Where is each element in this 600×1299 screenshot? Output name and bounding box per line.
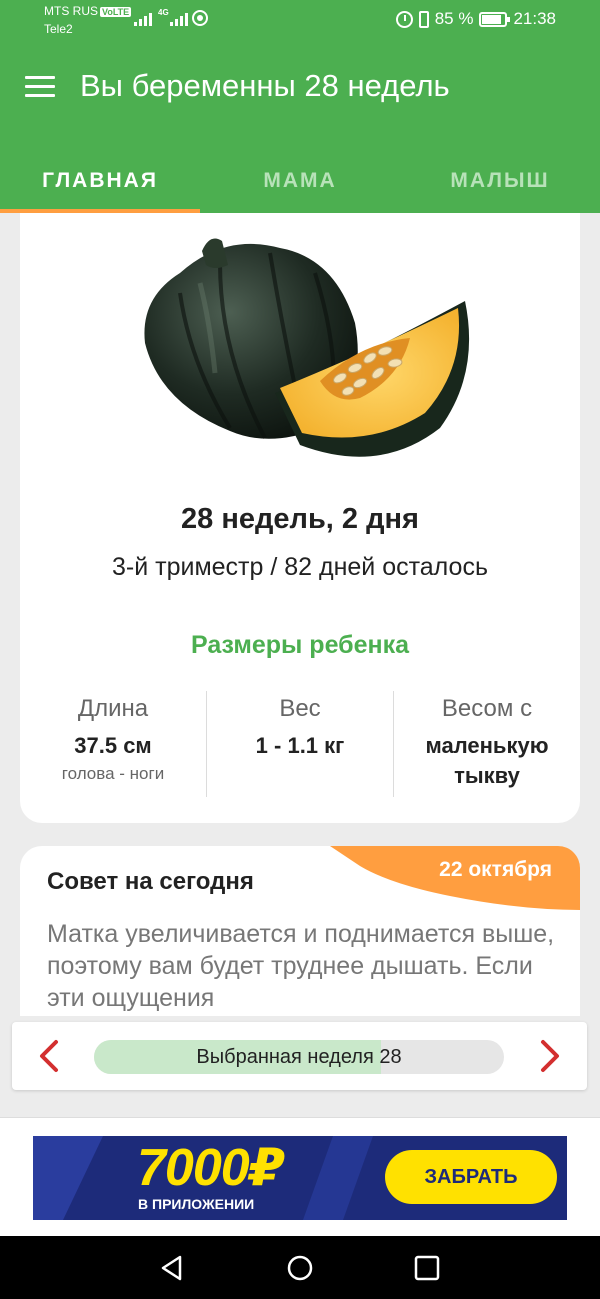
alarm-icon <box>395 10 413 28</box>
battery-level: 85 % <box>434 9 474 28</box>
tab-bar: ГЛАВНАЯ МАМА МАЛЫШ <box>0 148 600 213</box>
carrier-primary: MTS RUS VoLTE <box>44 4 132 18</box>
tip-date: 22 октября <box>439 858 552 881</box>
size-note: голова - ноги <box>61 764 165 783</box>
hamburger-menu-icon[interactable] <box>25 76 55 98</box>
tip-text: Матка увеличивается и поднимается выше, … <box>47 920 555 1012</box>
size-label: Весом с <box>441 695 533 722</box>
selected-week-label: Выбранная неделя 28 <box>196 1046 402 1068</box>
ad-subtitle: В ПРИЛОЖЕНИИ <box>138 1196 255 1212</box>
battery-icon <box>479 11 511 27</box>
ad-container: 7000₽ В ПРИЛОЖЕНИИ ЗАБРАТЬ <box>0 1117 600 1236</box>
week-overview-card: 28 недель, 2 дня 3-й триместр / 82 дней … <box>20 213 580 823</box>
week-subtitle: 3-й триместр / 82 дней осталось <box>112 553 488 581</box>
network-type: 4G <box>158 8 169 17</box>
tip-title: Совет на сегодня <box>47 868 254 895</box>
size-label: Длина <box>77 695 149 722</box>
size-value: маленькую тыкву <box>425 733 549 788</box>
daily-tip-card[interactable]: 22 октября Совет на сегодня Матка увелич… <box>20 846 580 1016</box>
chevron-left-icon[interactable] <box>30 1036 70 1076</box>
tab-mom[interactable]: МАМА <box>200 148 400 213</box>
week-progress-bar[interactable]: Выбранная неделя 28 <box>94 1040 504 1074</box>
volte-badge: VoLTE <box>100 7 132 17</box>
acorn-squash-image <box>144 238 470 457</box>
app-title: Вы беременны 28 недель <box>80 68 450 103</box>
signal-icon <box>134 10 152 26</box>
ad-amount: 7000₽ <box>137 1139 285 1197</box>
vibrate-icon <box>418 10 429 28</box>
clock: 21:38 <box>513 9 556 28</box>
back-icon[interactable] <box>158 1254 186 1282</box>
size-column-comparison: Весом с маленькую тыкву <box>394 693 580 791</box>
tab-baby[interactable]: МАЛЫШ <box>400 148 600 213</box>
tab-main[interactable]: ГЛАВНАЯ <box>0 148 200 213</box>
week-title: 28 недель, 2 дня <box>181 503 419 535</box>
recents-icon[interactable] <box>413 1254 441 1282</box>
baby-sizes-title: Размеры ребенка <box>190 631 410 659</box>
home-icon[interactable] <box>286 1254 314 1282</box>
status-bar: MTS RUS VoLTE Tele2 4G 85 % 21:38 <box>0 0 600 44</box>
size-label: Вес <box>279 695 321 722</box>
week-selector: Выбранная неделя 28 <box>12 1022 587 1090</box>
carrier-secondary: Tele2 <box>44 22 73 36</box>
system-nav-bar <box>0 1236 600 1299</box>
signal-icon <box>170 10 188 26</box>
ad-claim-button[interactable]: ЗАБРАТЬ <box>385 1150 557 1204</box>
app-header: MTS RUS VoLTE Tele2 4G 85 % 21:38 Вы бере… <box>0 0 600 213</box>
carrier-primary-label: MTS RUS <box>44 4 98 18</box>
status-right: 85 % 21:38 <box>395 9 556 29</box>
size-column-length: Длина 37.5 см голова - ноги <box>20 693 206 787</box>
ad-banner[interactable]: 7000₽ В ПРИЛОЖЕНИИ ЗАБРАТЬ <box>33 1136 567 1220</box>
size-column-weight: Вес 1 - 1.1 кг <box>207 693 393 761</box>
chevron-right-icon[interactable] <box>529 1036 569 1076</box>
size-value: 1 - 1.1 кг <box>255 733 345 758</box>
hotspot-icon <box>192 10 208 26</box>
size-value: 37.5 см <box>74 733 152 758</box>
